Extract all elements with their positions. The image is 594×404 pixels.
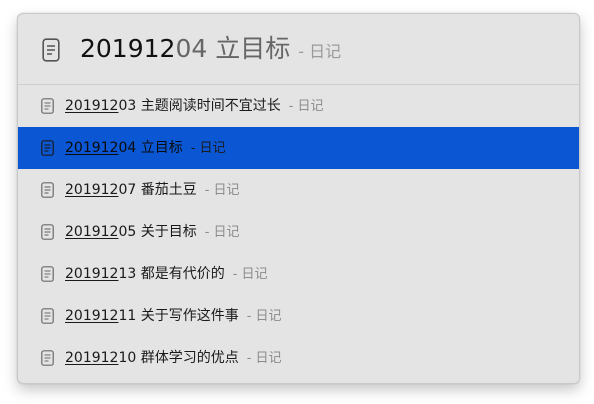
search-input[interactable]: 20191204 立目标 - 日记: [80, 32, 341, 69]
note-document-icon: [41, 224, 54, 240]
result-title-rest: 11 关于写作这件事: [118, 308, 239, 324]
note-document-icon: [42, 38, 60, 62]
result-match-text: 201912: [65, 98, 119, 114]
result-tag: - 日记: [288, 99, 324, 114]
result-row[interactable]: 20191213 都是有代价的 - 日记: [18, 253, 579, 295]
result-label: 20191210 群体学习的优点 - 日记: [65, 348, 282, 369]
result-match-text: 201912: [65, 266, 119, 282]
result-label: 20191204 立目标 - 日记: [65, 138, 226, 159]
note-document-icon: [41, 182, 54, 198]
result-tag: - 日记: [246, 351, 282, 366]
search-completion-text: 04 立目标: [175, 34, 291, 63]
result-label: 20191213 都是有代价的 - 日记: [65, 264, 268, 285]
result-label: 20191207 番茄土豆 - 日记: [65, 180, 240, 201]
result-row[interactable]: 20191210 群体学习的优点 - 日记: [18, 337, 579, 379]
result-row-selected[interactable]: 20191204 立目标 - 日记: [18, 127, 579, 169]
search-tag: - 日记: [298, 42, 342, 61]
note-document-icon: [41, 308, 54, 324]
result-title-rest: 10 群体学习的优点: [118, 350, 239, 366]
quick-switcher-panel: 20191204 立目标 - 日记 20191203 主题阅读时间不宜过长 - 日记…: [17, 13, 580, 384]
note-document-icon: [41, 266, 54, 282]
result-label: 20191205 关于目标 - 日记: [65, 222, 240, 243]
result-label: 20191211 关于写作这件事 - 日记: [65, 306, 282, 327]
result-title-rest: 03 主题阅读时间不宜过长: [118, 98, 281, 114]
result-tag: - 日记: [204, 225, 240, 240]
result-match-text: 201912: [65, 140, 119, 156]
result-row[interactable]: 20191211 关于写作这件事 - 日记: [18, 295, 579, 337]
result-tag: - 日记: [204, 183, 240, 198]
note-document-icon: [41, 98, 54, 114]
note-document-icon: [41, 140, 54, 156]
search-row[interactable]: 20191204 立目标 - 日记: [18, 14, 579, 85]
result-match-text: 201912: [65, 182, 119, 198]
result-title-rest: 07 番茄土豆: [118, 182, 197, 198]
result-label: 20191203 主题阅读时间不宜过长 - 日记: [65, 96, 324, 117]
result-row[interactable]: 20191205 关于目标 - 日记: [18, 211, 579, 253]
result-tag: - 日记: [232, 267, 268, 282]
result-title-rest: 13 都是有代价的: [118, 266, 225, 282]
result-match-text: 201912: [65, 350, 119, 366]
result-row[interactable]: 20191203 主题阅读时间不宜过长 - 日记: [18, 85, 579, 127]
result-title-rest: 05 关于目标: [118, 224, 197, 240]
results-list: 20191203 主题阅读时间不宜过长 - 日记 20191204 立目标 - 日记 2…: [18, 85, 579, 379]
result-title-rest: 04 立目标: [118, 140, 183, 156]
result-match-text: 201912: [65, 308, 119, 324]
result-tag: - 日记: [190, 141, 226, 156]
result-row[interactable]: 20191207 番茄土豆 - 日记: [18, 169, 579, 211]
search-typed-text: 201912: [80, 34, 176, 63]
note-document-icon: [41, 350, 54, 366]
result-match-text: 201912: [65, 224, 119, 240]
result-tag: - 日记: [246, 309, 282, 324]
